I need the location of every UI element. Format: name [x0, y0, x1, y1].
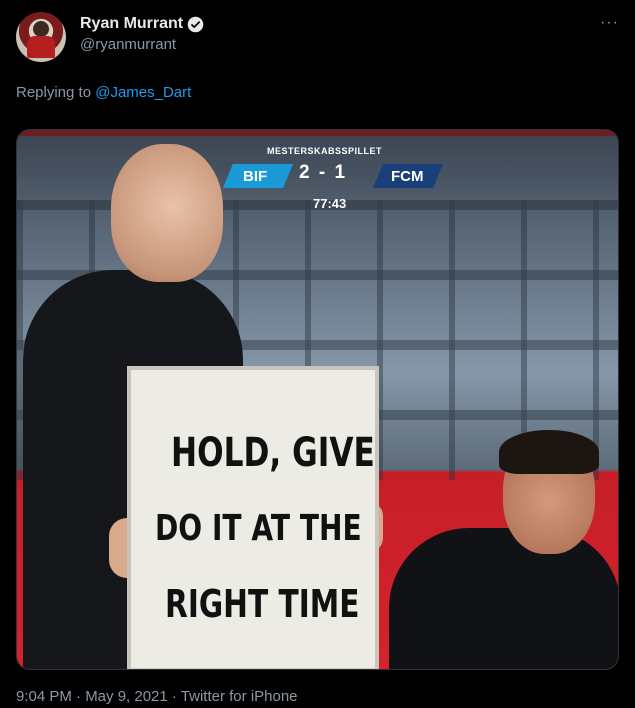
verified-badge-icon — [187, 16, 204, 32]
handle: @ryanmurrant — [80, 36, 177, 53]
board-line-3: RIGHT TIME — [165, 582, 360, 626]
more-options-icon[interactable]: ··· — [600, 14, 619, 32]
scoreboard-clock: 77:43 — [313, 196, 347, 211]
scoreboard-overlay: MESTERSKABSSPILLET BIF 2 - 1 FCM 77:43 — [197, 140, 477, 220]
avatar[interactable] — [16, 12, 66, 62]
away-team: FCM — [391, 168, 424, 185]
display-name: Ryan Murrant — [80, 15, 184, 32]
scoreboard-score: 2 - 1 — [299, 162, 348, 183]
home-team: BIF — [243, 168, 268, 185]
reply-prefix: Replying to — [16, 84, 92, 101]
avatar-head — [33, 21, 49, 37]
coach-right-jacket — [389, 528, 618, 669]
board-line-1: HOLD, GIVE — [171, 430, 375, 476]
tweet-image[interactable]: HOLD, GIVE DO IT AT THE RIGHT TIME MESTE… — [16, 129, 619, 670]
whiteboard-sign: HOLD, GIVE DO IT AT THE RIGHT TIME — [127, 366, 379, 669]
avatar-body — [27, 36, 55, 58]
scoreboard-home: BIF — [223, 164, 293, 188]
scoreboard-bar: BIF 2 - 1 FCM — [197, 158, 467, 194]
coach-right-hair — [499, 430, 599, 474]
board-line-2: DO IT AT THE — [155, 508, 362, 549]
scoreboard-league: MESTERSKABSSPILLET — [267, 146, 383, 156]
tweet-header: Ryan Murrant @ryanmurrant ··· — [16, 12, 619, 68]
reply-to-link[interactable]: @James_Dart — [95, 84, 191, 101]
scoreboard-away: FCM — [373, 164, 443, 188]
replying-to: Replying to @James_Dart — [16, 84, 191, 101]
author-names[interactable]: Ryan Murrant @ryanmurrant — [80, 15, 204, 53]
display-name-row: Ryan Murrant — [80, 15, 204, 33]
image-top-band — [17, 130, 618, 136]
tweet-timestamp[interactable]: 9:04 PM · May 9, 2021 · Twitter for iPho… — [16, 688, 298, 705]
